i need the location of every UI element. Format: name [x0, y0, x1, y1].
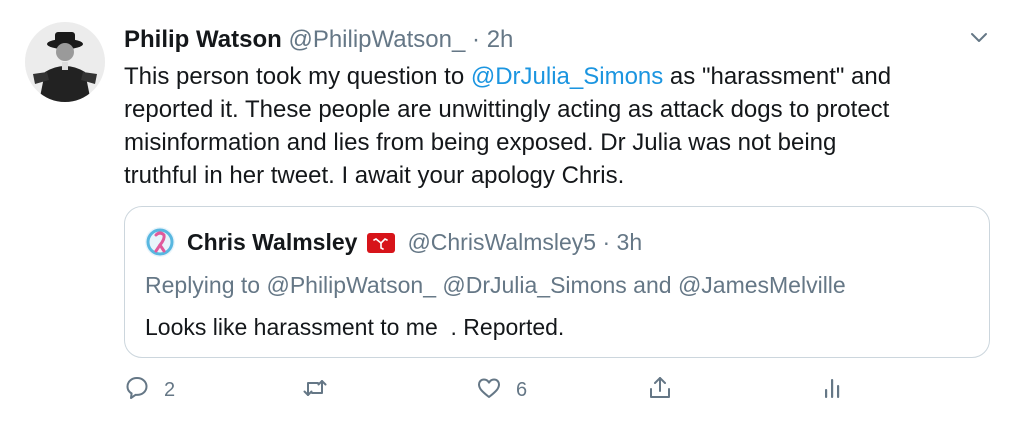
- quoted-author-avatar[interactable]: [145, 227, 175, 257]
- replying-to-prefix: Replying to: [145, 272, 267, 298]
- tweet-text: This person took my question to @DrJulia…: [124, 60, 1004, 192]
- reply-handle: @PhilipWatson_: [266, 272, 436, 298]
- replying-to-line: Replying to @PhilipWatson_ @DrJulia_Simo…: [145, 269, 846, 301]
- tweet-header: Philip Watson @PhilipWatson_ · 2h: [124, 23, 513, 57]
- quoted-author-handle: @ChrisWalmsley5: [407, 229, 597, 255]
- heart-icon: [476, 375, 502, 406]
- reply-icon: [124, 375, 150, 406]
- retweet-button[interactable]: [302, 372, 342, 408]
- separator-dot: ·: [472, 26, 481, 53]
- analytics-icon: [819, 375, 845, 406]
- share-button[interactable]: [647, 372, 673, 408]
- author-avatar[interactable]: [25, 22, 105, 102]
- retweet-icon: [302, 375, 328, 406]
- quoted-tweet-header: Chris Walmsley @ChrisWalmsley5 · 3h: [187, 226, 642, 258]
- quoted-tweet-text: Looks like harassment to me . Reported.: [145, 314, 565, 340]
- author-handle[interactable]: @PhilipWatson_: [288, 26, 465, 53]
- like-button[interactable]: 6: [476, 372, 527, 408]
- tweet-actions-bar: 2 6: [124, 372, 1004, 412]
- quoted-tweet[interactable]: Chris Walmsley @ChrisWalmsley5 · 3h Reply…: [124, 206, 990, 358]
- share-icon: [647, 375, 673, 406]
- isle-of-man-flag-icon: [367, 233, 396, 253]
- like-count: 6: [516, 378, 528, 401]
- quoted-tweet-timestamp: 3h: [616, 229, 643, 255]
- tweet-text-line: truthful in her tweet. I await your apol…: [124, 162, 625, 189]
- separator-dot: ·: [602, 229, 611, 255]
- reply-handle: @DrJulia_Simons: [442, 272, 627, 298]
- reply-button[interactable]: 2: [124, 372, 175, 408]
- chevron-down-icon[interactable]: [968, 26, 990, 48]
- tweet-text-line: reported it. These people are unwittingl…: [124, 96, 890, 123]
- author-name[interactable]: Philip Watson: [124, 26, 282, 53]
- reply-count: 2: [164, 378, 176, 401]
- analytics-button[interactable]: [819, 372, 845, 408]
- tweet-text-segment: as "harassment" and: [663, 63, 892, 90]
- tweet-card[interactable]: Philip Watson @PhilipWatson_ · 2h This p…: [0, 0, 1024, 428]
- reply-handle: @JamesMelville: [677, 272, 846, 298]
- tweet-text-line: misinformation and lies from being expos…: [124, 129, 837, 156]
- quoted-author-name: Chris Walmsley: [187, 229, 358, 255]
- reply-and: and: [626, 272, 678, 298]
- tweet-timestamp[interactable]: 2h: [487, 26, 514, 53]
- tweet-text-line: This person took my question to @DrJulia…: [124, 60, 1004, 93]
- mention-link[interactable]: @DrJulia_Simons: [471, 63, 663, 90]
- tweet-text-segment: This person took my question to: [124, 63, 471, 90]
